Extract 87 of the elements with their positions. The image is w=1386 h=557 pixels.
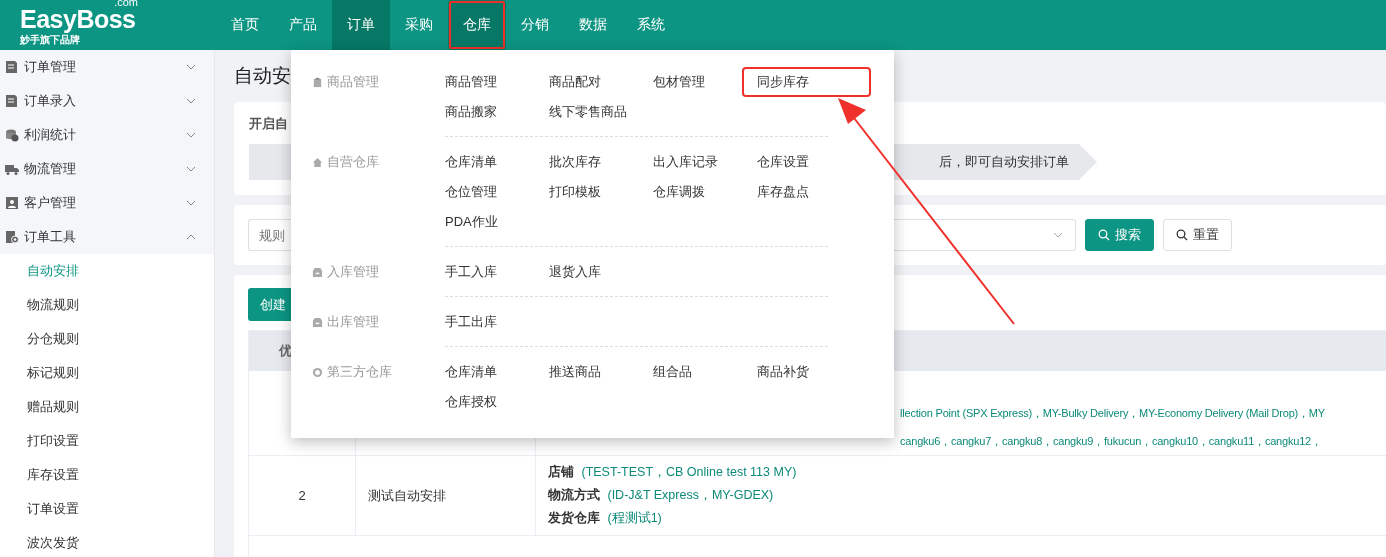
sidebar-group[interactable]: 利润统计 — [0, 118, 214, 152]
sidebar-group[interactable]: 订单工具 — [0, 220, 214, 254]
menu-item[interactable]: 仓库清单 — [445, 357, 549, 387]
menu-item[interactable]: 退货入库 — [549, 257, 653, 287]
document-icon — [5, 94, 19, 108]
chevron-icon — [186, 98, 196, 104]
sidebar-item[interactable]: 自动安排 — [0, 254, 214, 288]
menu-item[interactable]: 打印模板 — [549, 177, 653, 207]
sidebar-item[interactable]: 库存设置 — [0, 458, 214, 492]
sidebar-group[interactable]: 客户管理 — [0, 186, 214, 220]
sidebar-group[interactable]: 物流管理 — [0, 152, 214, 186]
nav-tab[interactable]: 采购 — [390, 0, 448, 50]
logo-suffix: .com — [114, 0, 138, 8]
chevron-icon — [186, 234, 196, 240]
gear-icon — [5, 230, 19, 244]
sidebar-item[interactable]: 分仓规则 — [0, 322, 214, 356]
search-icon — [1176, 229, 1188, 241]
menu-item[interactable]: 手工出库 — [445, 307, 549, 337]
menu-item[interactable]: 仓库调拨 — [653, 177, 757, 207]
search-button[interactable]: 搜索 — [1085, 219, 1154, 251]
menu-item[interactable]: 仓库设置 — [757, 147, 861, 177]
detail-label: 店铺 — [548, 465, 574, 479]
nav-tab[interactable]: 数据 — [564, 0, 622, 50]
section-label: 商品管理 — [312, 67, 445, 97]
menu-item[interactable]: 推送商品 — [549, 357, 653, 387]
sidebar-item[interactable]: 打印设置 — [0, 424, 214, 458]
cube-icon — [312, 366, 323, 378]
menu-item[interactable]: 批次库存 — [549, 147, 653, 177]
menu-item[interactable]: 手工入库 — [445, 257, 549, 287]
box-icon — [312, 266, 323, 278]
menu-item[interactable]: 商品搬家 — [445, 97, 549, 127]
menu-item[interactable]: 组合品 — [653, 357, 757, 387]
sidebar-group[interactable]: 订单录入 — [0, 84, 214, 118]
nav-tab[interactable]: 订单 — [332, 0, 390, 50]
menu-item[interactable]: 线下零售商品 — [549, 97, 653, 127]
intro-title: 开启自 — [249, 115, 289, 133]
chevron-icon — [186, 200, 196, 206]
detail-value: cangku6，cangku7，cangku8，cangku9，fukucun，cangku10，cangku11，cangku12， — [900, 435, 1322, 447]
detail-value: (TEST-TEST，CB Online test 113 MY) — [581, 465, 797, 479]
nav-tab[interactable]: 系统 — [622, 0, 680, 50]
sidebar-item[interactable]: 赠品规则 — [0, 390, 214, 424]
menu-item[interactable]: 库存盘点 — [757, 177, 861, 207]
menu-item[interactable]: 出入库记录 — [653, 147, 757, 177]
sidebar-item[interactable]: 标记规则 — [0, 356, 214, 390]
sidebar-item[interactable]: 物流规则 — [0, 288, 214, 322]
nav-tab[interactable]: 仓库 — [448, 0, 506, 50]
sidebar-group[interactable]: 订单管理 — [0, 50, 214, 84]
detail-value: (ID-J&T Express，MY-GDEX) — [607, 488, 774, 502]
search-icon — [1098, 229, 1110, 241]
chevron-icon — [186, 166, 196, 172]
section-label: 第三方仓库 — [312, 357, 445, 387]
reset-button[interactable]: 重置 — [1163, 219, 1232, 251]
nav-tab[interactable]: 首页 — [216, 0, 274, 50]
box-icon — [312, 316, 323, 328]
menu-item[interactable]: 商品配对 — [549, 67, 653, 97]
document-icon — [5, 60, 19, 74]
chevron-icon — [186, 132, 196, 138]
chevron-icon — [186, 64, 196, 70]
page-title: 自动安 — [234, 64, 291, 88]
menu-item[interactable]: 仓库清单 — [445, 147, 549, 177]
clipboard-icon — [312, 76, 323, 88]
column-header: 优 — [279, 342, 292, 360]
sidebar-item[interactable]: 订单设置 — [0, 492, 214, 526]
logo-tagline: 妙手旗下品牌 — [20, 34, 80, 47]
nav-tab[interactable]: 分销 — [506, 0, 564, 50]
sidebar-item[interactable]: 波次发货 — [0, 526, 214, 557]
coins-icon — [5, 128, 19, 142]
menu-item[interactable]: 商品补货 — [757, 357, 861, 387]
menu-item[interactable]: PDA作业 — [445, 207, 549, 237]
section-label: 自营仓库 — [312, 147, 445, 177]
person-icon — [5, 196, 19, 210]
step-arrow-icon — [1079, 144, 1097, 180]
menu-item[interactable]: 商品管理 — [445, 67, 549, 97]
truck-icon — [5, 162, 19, 176]
menu-item[interactable]: 仓位管理 — [445, 177, 549, 207]
section-label: 出库管理 — [312, 307, 445, 337]
menu-item[interactable]: 仓库授权 — [445, 387, 549, 417]
detail-value: llection Point (SPX Express)，MY-Bulky Delivery，MY-Economy Delivery (Mail Drop)，MY — [900, 407, 1325, 419]
section-label: 入库管理 — [312, 257, 445, 287]
chevron-icon — [1053, 232, 1063, 238]
detail-label: 发货仓库 — [548, 511, 600, 525]
house-icon — [312, 156, 323, 168]
nav-tab[interactable]: 产品 — [274, 0, 332, 50]
table-cell: 2 — [298, 488, 306, 503]
table-cell-text: 测试自动安排 — [368, 486, 447, 505]
detail-label: 物流方式 — [548, 488, 600, 502]
detail-value: (程测试1) — [607, 511, 662, 525]
